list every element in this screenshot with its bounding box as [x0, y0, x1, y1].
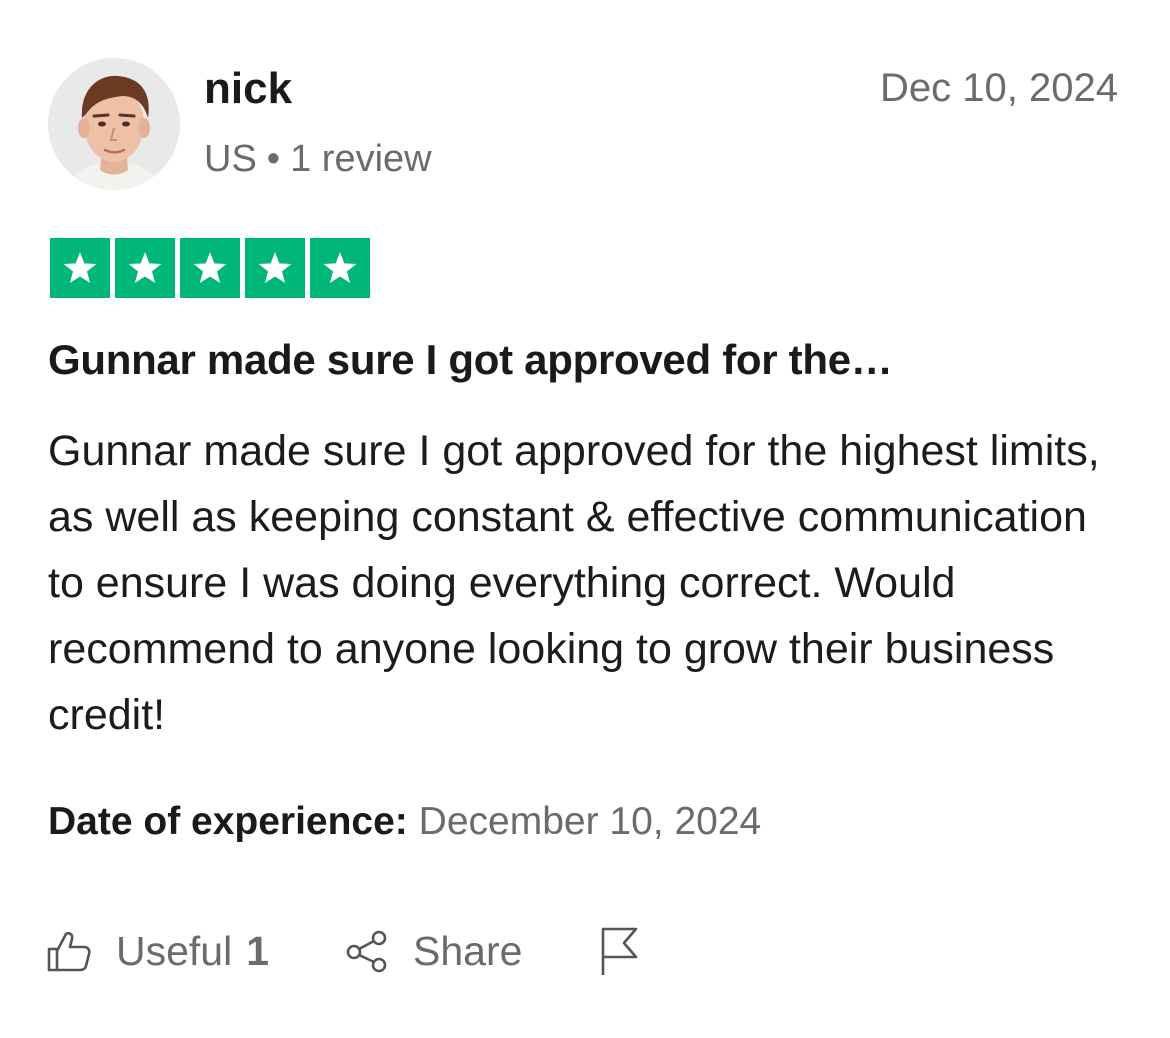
thumbs-up-icon — [47, 931, 91, 972]
review-title[interactable]: Gunnar made sure I got approved for the… — [48, 336, 893, 384]
reviewer-name[interactable]: nick — [204, 64, 292, 114]
star-icon — [323, 252, 357, 283]
review-date: Dec 10, 2024 — [880, 66, 1118, 110]
share-icon — [346, 930, 387, 973]
share-button[interactable]: Share — [345, 928, 522, 975]
reviewer-review-count[interactable]: 1 review — [290, 138, 432, 180]
star-icon — [128, 252, 162, 283]
reviewer-country: US — [204, 138, 257, 180]
star-3 — [180, 238, 240, 298]
star-rating — [50, 238, 370, 298]
review-card: nick US • 1 review Dec 10, 2024 Gunnar mad… — [0, 0, 1170, 1038]
star-icon — [193, 252, 227, 283]
useful-button[interactable]: Useful 1 — [46, 928, 269, 975]
avatar-image — [48, 58, 180, 190]
star-2 — [115, 238, 175, 298]
star-icon — [63, 252, 97, 283]
experience-date: December 10, 2024 — [418, 800, 762, 843]
useful-label: Useful — [116, 927, 233, 974]
star-1 — [50, 238, 110, 298]
flag-icon — [602, 927, 638, 975]
star-5 — [310, 238, 370, 298]
star-icon — [258, 252, 292, 283]
star-4 — [245, 238, 305, 298]
useful-count: 1 — [246, 927, 270, 974]
meta-separator: • — [266, 138, 281, 180]
flag-button[interactable] — [598, 925, 666, 977]
avatar[interactable] — [48, 58, 180, 190]
share-label: Share — [413, 927, 523, 974]
experience-label: Date of experience: — [48, 800, 408, 843]
review-actions: Useful 1 Share — [46, 925, 742, 977]
date-of-experience: Date of experience: December 10, 2024 — [48, 800, 761, 844]
reviewer-meta: US • 1 review — [204, 138, 432, 181]
review-body: Gunnar made sure I got approved for the … — [48, 427, 1100, 739]
